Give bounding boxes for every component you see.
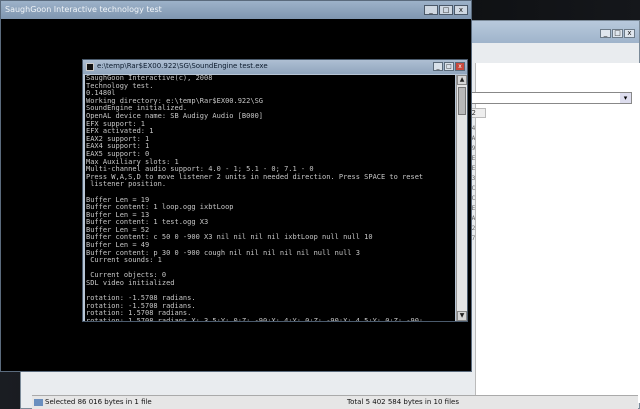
console-line: listener position.: [86, 180, 167, 189]
file-list-pane[interactable]: [475, 63, 640, 403]
path-combobox[interactable]: ▾: [458, 92, 632, 104]
file-manager-window-controls: _ □ x: [600, 29, 635, 38]
console-line: SDL video initialized: [86, 279, 175, 288]
console-line: rotation: 1.5708 radians.X: 3.5;Y: 0;Z: …: [86, 317, 424, 321]
console-window-controls: _ □ x: [433, 62, 465, 71]
scroll-up-button[interactable]: ▲: [457, 75, 467, 85]
console-line: Current sounds: 1: [86, 256, 162, 265]
status-bar: Selected 86 016 bytes in 1 file Total 5 …: [32, 395, 638, 409]
maximize-button[interactable]: □: [612, 29, 623, 38]
close-button[interactable]: x: [624, 29, 635, 38]
app-window-titlebar[interactable]: SaughGoon Interactive technology test: [1, 1, 471, 19]
console-titlebar[interactable]: e:\temp\Rar$EX00.922\SG\SoundEngine test…: [83, 60, 467, 74]
status-total: Total 5 402 584 bytes in 10 files: [347, 398, 459, 406]
scroll-thumb[interactable]: [458, 87, 466, 115]
close-button[interactable]: x: [455, 62, 465, 71]
console-output[interactable]: SaughGoon Interactive(c), 2008 Technology…: [85, 75, 455, 321]
app-window-controls: _ □ x: [424, 5, 468, 15]
minimize-button[interactable]: _: [424, 5, 438, 15]
maximize-button[interactable]: □: [444, 62, 454, 71]
console-app-icon: [86, 63, 94, 71]
console-lines: SaughGoon Interactive(c), 2008 Technology…: [86, 75, 423, 321]
minimize-button[interactable]: _: [433, 62, 443, 71]
maximize-button[interactable]: □: [439, 5, 453, 15]
app-window-title: SaughGoon Interactive technology test: [5, 5, 162, 14]
console-title: e:\temp\Rar$EX00.922\SG\SoundEngine test…: [97, 62, 268, 70]
file-icon: [34, 398, 43, 406]
console-scrollbar[interactable]: ▲ ▼: [456, 75, 467, 321]
console-window[interactable]: e:\temp\Rar$EX00.922\SG\SoundEngine test…: [82, 59, 468, 322]
scroll-down-button[interactable]: ▼: [457, 311, 467, 321]
status-selected-text: Selected 86 016 bytes in 1 file: [45, 398, 152, 406]
close-button[interactable]: x: [454, 5, 468, 15]
minimize-button[interactable]: _: [600, 29, 611, 38]
status-selected: Selected 86 016 bytes in 1 file: [34, 398, 152, 406]
chevron-down-icon[interactable]: ▾: [620, 93, 631, 103]
desktop: _ □ x ▾ 32 14AA099EOED37CAC8E9A12E7 Saug…: [0, 0, 640, 409]
console-line: Technology test.: [86, 81, 154, 90]
